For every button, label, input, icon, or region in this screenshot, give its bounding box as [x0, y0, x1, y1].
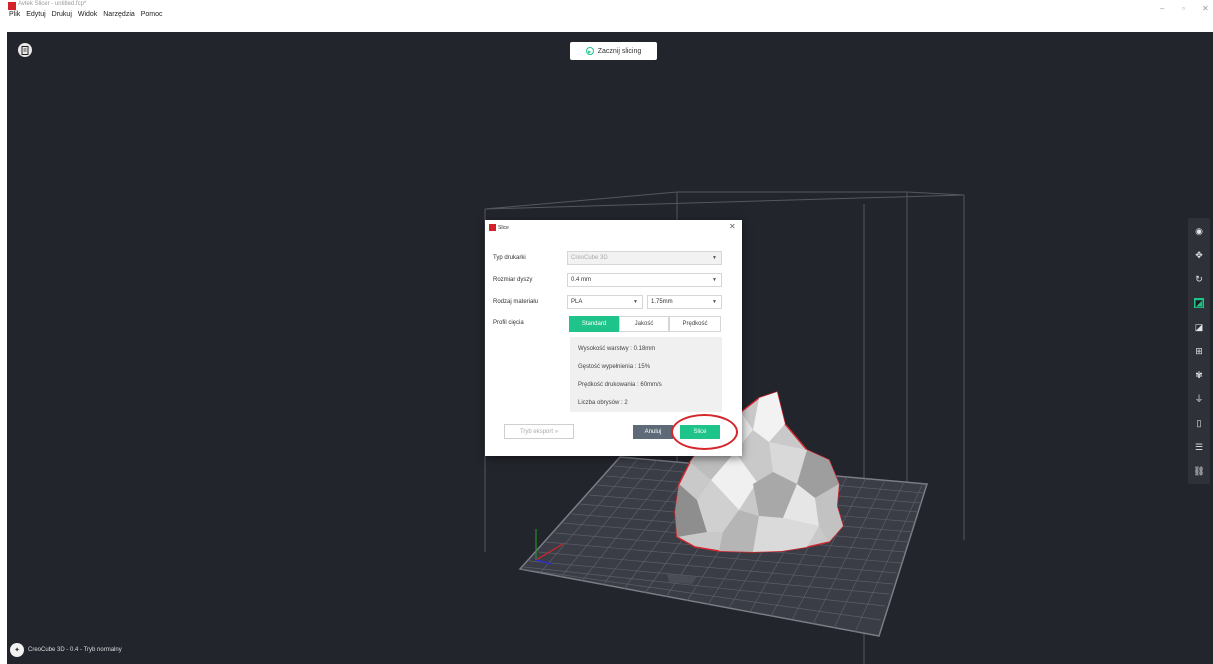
tab-speed[interactable]: Prędkość — [669, 316, 721, 332]
menu-plik[interactable]: Plik — [9, 11, 20, 18]
layer-height-text: Wysokość warstwy : 0.18mm — [578, 346, 656, 352]
menu-drukuj[interactable]: Drukuj — [52, 11, 72, 18]
dialog-title: Slice — [498, 225, 509, 231]
tab-standard[interactable]: Standard — [569, 316, 619, 332]
slice-profile-label: Profil cięcia — [493, 320, 524, 326]
wall-count-text: Liczba obrysów : 2 — [578, 400, 628, 406]
highlight-annotation-ring — [671, 414, 738, 450]
menu-narzedzia[interactable]: Narzędzia — [103, 11, 135, 18]
dialog-close-button[interactable]: ✕ — [729, 222, 736, 231]
printer-type-value: CreoCube 3D — [571, 255, 608, 261]
printer-type-select: CreoCube 3D ▼ — [567, 251, 722, 265]
app-logo-icon — [8, 2, 16, 10]
dialog-app-icon — [489, 224, 496, 231]
document-icon — [21, 45, 29, 55]
support-icon[interactable]: ✾ — [1194, 370, 1204, 380]
nozzle-size-label: Rozmiar dyszy — [493, 277, 533, 283]
right-toolbar: ◉ ✥ ↻ ◩ ◪ ⊞ ✾ ⏚ ▯ ☰ ⛓ — [1188, 218, 1210, 484]
window-title: Avtek Slicer - untitled.fcp* — [18, 1, 87, 7]
filament-diameter-select[interactable]: 1.75mm ▼ — [647, 295, 722, 309]
chevron-down-icon: ▼ — [712, 255, 717, 261]
minimize-button[interactable]: – — [1160, 4, 1164, 13]
nozzle-size-select[interactable]: 0.4 mm ▼ — [567, 273, 722, 287]
eye-icon[interactable]: ◉ — [1194, 226, 1204, 236]
dialog-header: Slice ✕ — [485, 220, 742, 238]
export-mode-button[interactable]: Tryb eksport » — [504, 424, 574, 439]
infill-density-text: Gęstość wypełnienia : 15% — [578, 364, 651, 370]
cancel-button[interactable]: Anuluj — [633, 425, 673, 439]
play-icon: ▶ — [585, 47, 594, 55]
filament-diameter-value: 1.75mm — [651, 299, 673, 305]
chevron-down-icon: ▼ — [712, 277, 717, 283]
move-icon[interactable]: ✥ — [1194, 250, 1204, 260]
add-icon[interactable]: ⊞ — [1194, 346, 1204, 356]
status-text: CreoCube 3D - 0.4 - Tryb normalny — [28, 647, 122, 653]
slice-dialog: Slice ✕ Typ drukarki CreoCube 3D ▼ Rozmi… — [485, 220, 742, 456]
chevron-down-icon: ▼ — [712, 299, 717, 305]
profile-info-panel: Wysokość warstwy : 0.18mm Gęstość wypełn… — [570, 337, 722, 412]
mirror-icon[interactable]: ◪ — [1194, 322, 1204, 332]
printer-logo-icon: ✦ — [10, 643, 24, 657]
menu-pomoc[interactable]: Pomoc — [141, 11, 163, 18]
title-bar: Avtek Slicer - untitled.fcp* Plik Edytuj… — [0, 0, 1213, 22]
material-value: PLA — [571, 299, 583, 305]
document-button[interactable] — [18, 43, 32, 57]
tab-quality[interactable]: Jakość — [619, 316, 669, 332]
start-slicing-label: Zacznij slicing — [597, 47, 642, 55]
cylinder-icon[interactable]: ▯ — [1194, 418, 1204, 428]
settings-sliders-icon[interactable]: ☰ — [1194, 442, 1204, 452]
chevron-down-icon: ▼ — [633, 299, 638, 305]
menu-edytuj[interactable]: Edytuj — [26, 11, 45, 18]
start-slicing-button[interactable]: ▶ Zacznij slicing — [570, 42, 657, 60]
nozzle-size-value: 0.4 mm — [571, 277, 592, 283]
maximize-button[interactable]: ▫ — [1182, 4, 1185, 13]
material-type-label: Rodzaj materiału — [493, 299, 539, 305]
menu-bar: Plik Edytuj Drukuj Widok Narzędzia Pomoc — [9, 11, 167, 18]
flatten-icon[interactable]: ⏚ — [1194, 394, 1204, 404]
printer-type-label: Typ drukarki — [493, 255, 526, 261]
menu-widok[interactable]: Widok — [78, 11, 97, 18]
print-speed-text: Prędkość drukowania : 60mm/s — [578, 382, 662, 388]
close-button[interactable]: ✕ — [1202, 4, 1209, 13]
scale-icon[interactable]: ◩ — [1194, 298, 1204, 308]
link-icon[interactable]: ⛓ — [1193, 466, 1204, 476]
material-select[interactable]: PLA ▼ — [567, 295, 643, 309]
rotate-icon[interactable]: ↻ — [1194, 274, 1204, 284]
status-bar: ✦ CreoCube 3D - 0.4 - Tryb normalny — [10, 643, 122, 657]
